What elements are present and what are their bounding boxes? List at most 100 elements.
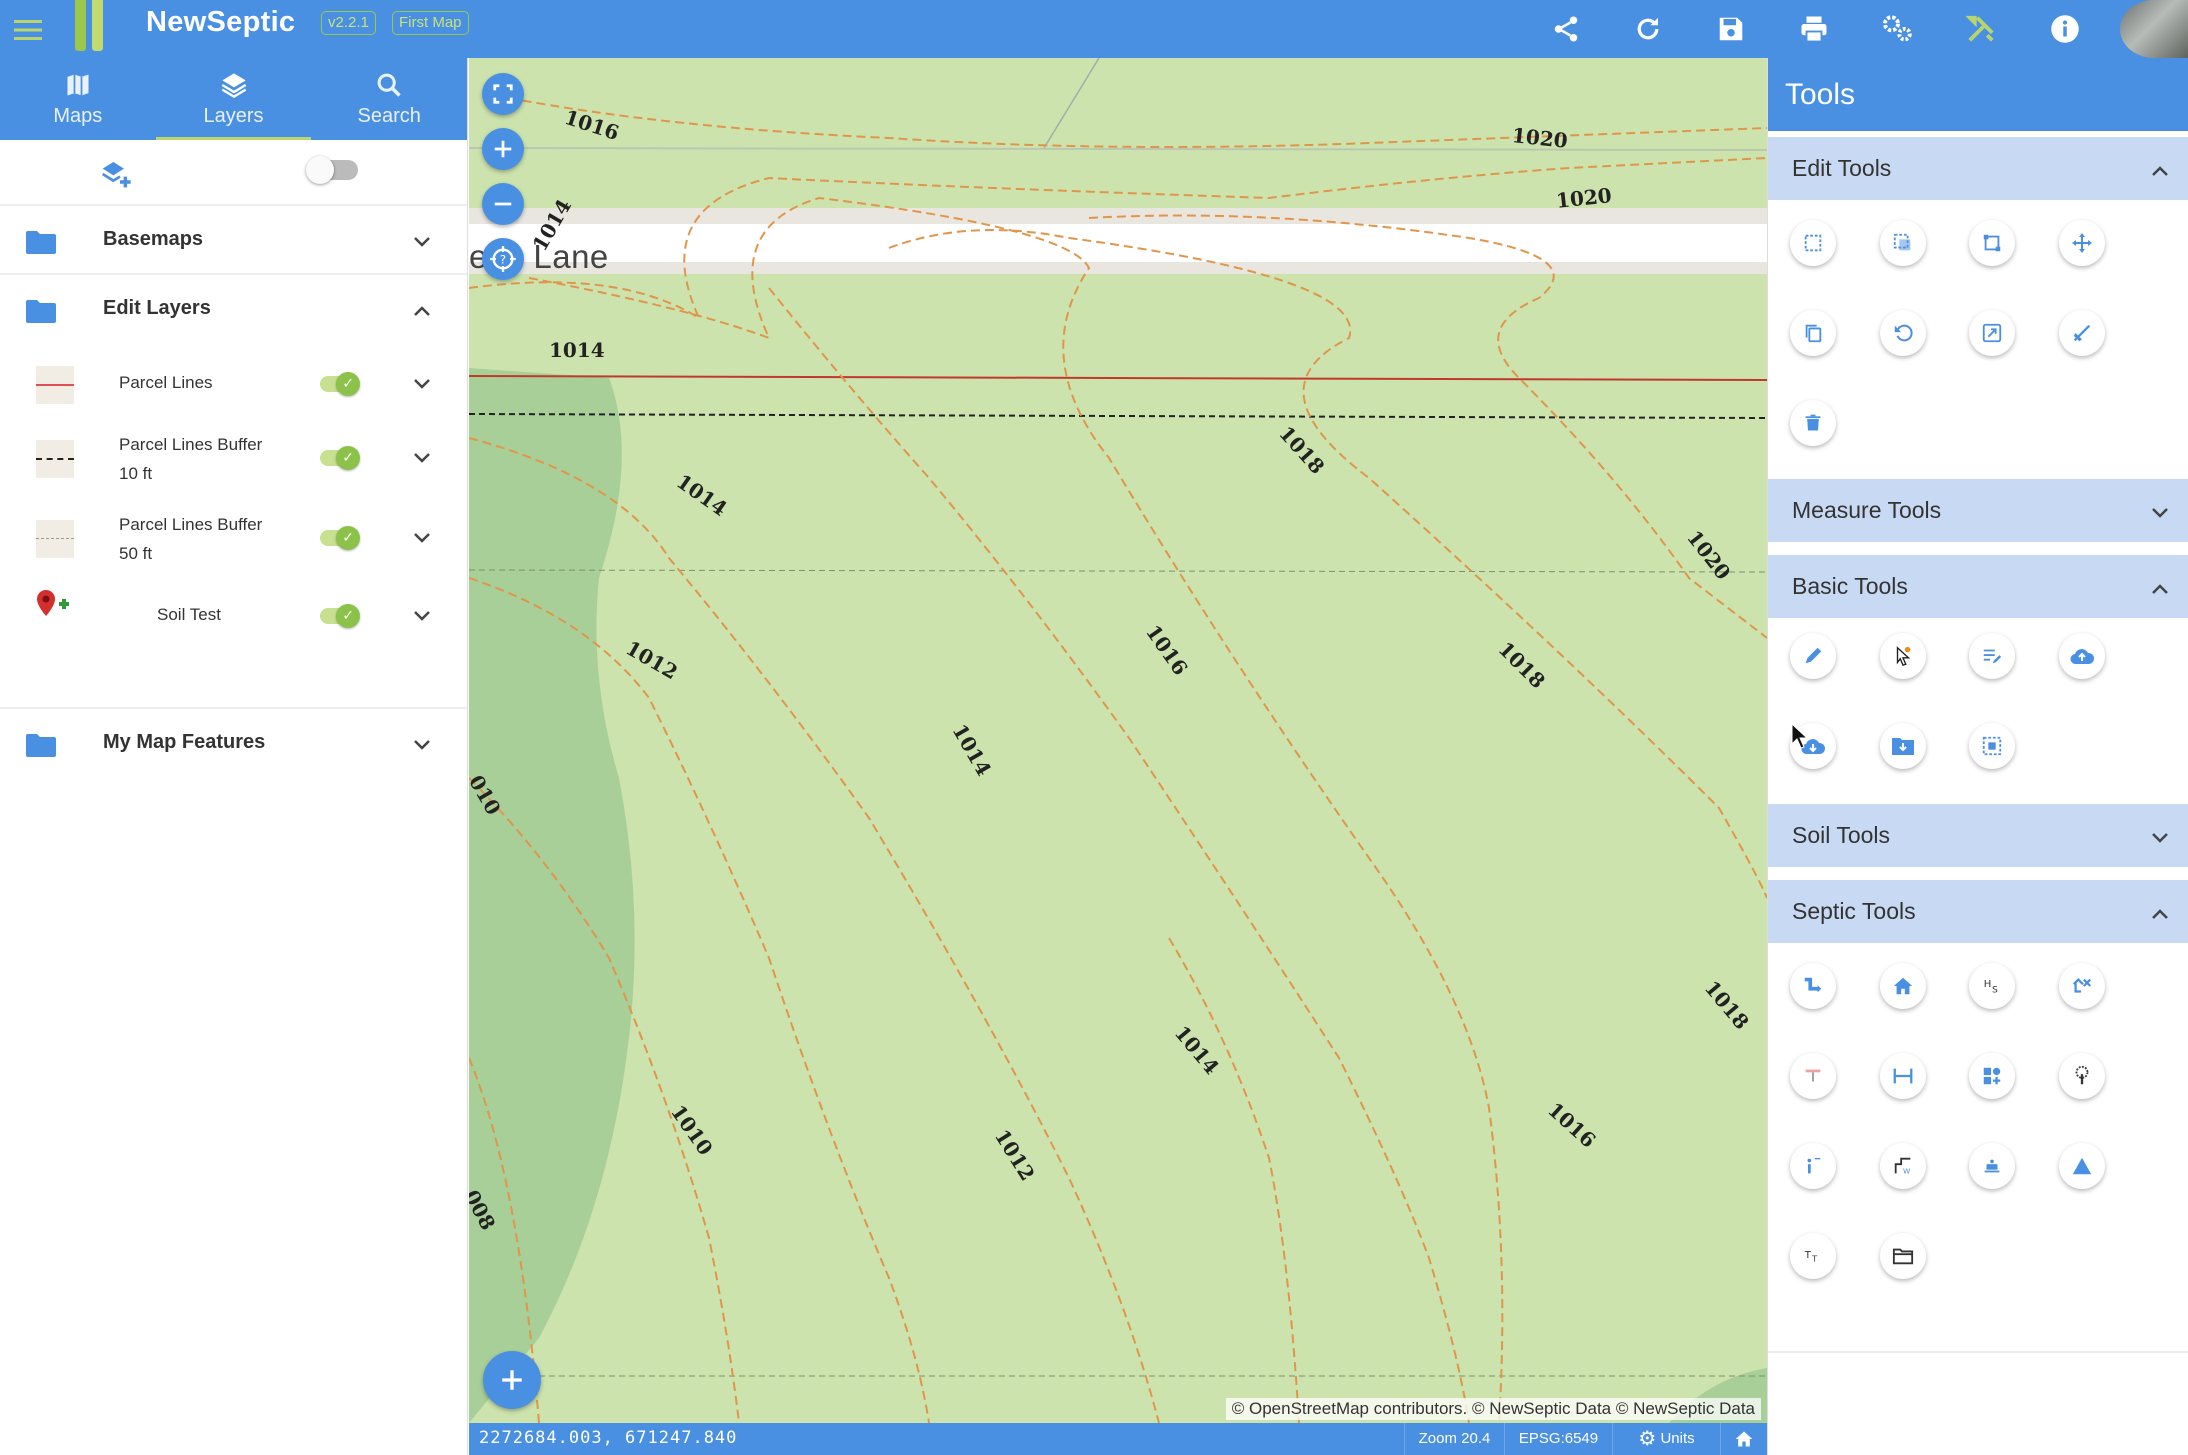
- setback-tool-button[interactable]: HS: [1969, 963, 2015, 1009]
- zoom-in-button[interactable]: [482, 128, 524, 170]
- scale-icon: [1982, 323, 2002, 343]
- tab-search[interactable]: Search: [311, 58, 467, 140]
- select-area-button[interactable]: [1969, 723, 2015, 769]
- chevron-down-icon[interactable]: [410, 733, 434, 757]
- identify-tool-button[interactable]: [1880, 633, 1926, 679]
- refresh-icon[interactable]: [1626, 7, 1670, 51]
- add-layer-icon[interactable]: [100, 158, 132, 190]
- save-icon[interactable]: [1709, 7, 1753, 51]
- copy-tool-button[interactable]: [1790, 310, 1836, 356]
- map-icon: [67, 74, 89, 95]
- section-title: Soil Tools: [1792, 822, 1891, 848]
- house-tool-button[interactable]: [1880, 963, 1926, 1009]
- triangle-tool-button[interactable]: [2059, 1143, 2105, 1189]
- system-tool-button[interactable]: [1969, 1143, 2015, 1189]
- chevron-down-icon[interactable]: [410, 372, 434, 396]
- all-layers-toggle[interactable]: [306, 156, 358, 184]
- move-tool-button[interactable]: [2059, 220, 2105, 266]
- text-tool-button[interactable]: TT: [1790, 1233, 1836, 1279]
- draw-tool-button[interactable]: [1790, 633, 1836, 679]
- section-basic-tools[interactable]: Basic Tools: [1768, 549, 2188, 618]
- chevron-up-icon[interactable]: [2148, 159, 2172, 183]
- menu-icon[interactable]: [8, 10, 48, 50]
- trash-icon: [1805, 414, 1821, 431]
- chevron-down-icon[interactable]: [410, 446, 434, 470]
- map-name-badge[interactable]: First Map: [392, 11, 469, 35]
- section-septic-tools[interactable]: Septic Tools: [1768, 874, 2188, 943]
- tree-icon: [2075, 1065, 2089, 1085]
- tab-search-label: Search: [357, 104, 421, 127]
- units-button[interactable]: ⚙ Units: [1612, 1423, 1720, 1455]
- tab-maps[interactable]: Maps: [0, 58, 156, 140]
- group-my-map-features[interactable]: My Map Features: [0, 709, 467, 778]
- group-edit-layers[interactable]: Edit Layers: [0, 275, 467, 344]
- tank-tool-button[interactable]: [1790, 1053, 1836, 1099]
- contour-label: 1014: [947, 719, 997, 781]
- user-avatar[interactable]: [2120, 0, 2188, 58]
- add-shapes-button[interactable]: [1969, 1053, 2015, 1099]
- multi-select-tool-button[interactable]: [1880, 220, 1926, 266]
- chevron-up-icon[interactable]: [410, 299, 434, 323]
- tab-layers[interactable]: Layers: [155, 58, 312, 140]
- chevron-down-icon[interactable]: [410, 526, 434, 550]
- import-folder-button[interactable]: [1880, 723, 1926, 769]
- home-icon: [1735, 1431, 1753, 1447]
- info-marker-button[interactable]: [1790, 1143, 1836, 1189]
- layer-visibility-toggle[interactable]: ✓: [320, 372, 360, 396]
- chevron-down-icon[interactable]: [410, 604, 434, 628]
- map-canvas[interactable]: 1016 1020 1020 1014 1014 1018 1014 1020 …: [469, 58, 1767, 1423]
- layer-visibility-toggle[interactable]: ✓: [320, 604, 360, 628]
- info-icon[interactable]: [2043, 7, 2087, 51]
- distance-tool-button[interactable]: [1880, 1053, 1926, 1099]
- chevron-down-icon[interactable]: [410, 230, 434, 254]
- layer-item-soil-test[interactable]: Soil Test ✓: [0, 576, 468, 646]
- layer-toolbar: [0, 140, 467, 206]
- fullscreen-button[interactable]: [482, 73, 524, 115]
- edit-layers-list: Parcel Lines ✓ Parcel Lines Buffer 10 ft…: [0, 344, 467, 709]
- home-button[interactable]: [1720, 1423, 1767, 1455]
- well-tool-button[interactable]: [2059, 963, 2105, 1009]
- rotate-tool-button[interactable]: [1880, 310, 1926, 356]
- folder-open-icon: [1892, 1248, 1914, 1265]
- chevron-up-icon[interactable]: [2148, 902, 2172, 926]
- section-measure-tools[interactable]: Measure Tools: [1768, 473, 2188, 542]
- print-icon[interactable]: [1792, 7, 1836, 51]
- group-basemaps[interactable]: Basemaps: [0, 206, 467, 275]
- contour-label: 008: [469, 1185, 501, 1235]
- section-title: Basic Tools: [1792, 573, 1908, 599]
- share-icon[interactable]: [1544, 7, 1588, 51]
- layer-item-parcel-buffer-10[interactable]: Parcel Lines Buffer 10 ft ✓: [0, 412, 468, 494]
- layer-item-parcel-lines[interactable]: Parcel Lines ✓: [0, 344, 468, 412]
- section-edit-tools[interactable]: Edit Tools: [1768, 131, 2188, 200]
- zoom-out-button[interactable]: [482, 183, 524, 225]
- tree-tool-button[interactable]: [2059, 1053, 2105, 1099]
- chevron-down-icon[interactable]: [2148, 501, 2172, 525]
- info-marker-icon: [1807, 1157, 1821, 1174]
- soil-profile-button[interactable]: W: [1880, 1143, 1926, 1189]
- pipe-tool-button[interactable]: [1790, 963, 1836, 1009]
- modify-tool-button[interactable]: [1969, 220, 2015, 266]
- layer-item-parcel-buffer-50[interactable]: Parcel Lines Buffer 50 ft ✓: [0, 494, 468, 576]
- add-feature-button[interactable]: [483, 1351, 541, 1409]
- layers-panel: Maps Layers Search Basemaps Edit Layers …: [0, 58, 468, 1455]
- delete-tool-button[interactable]: [1790, 400, 1836, 446]
- split-tool-button[interactable]: [2059, 310, 2105, 356]
- settings-icon[interactable]: [1876, 7, 1920, 51]
- select-tool-button[interactable]: [1790, 220, 1836, 266]
- locate-icon: ?: [490, 246, 516, 272]
- chevron-down-icon[interactable]: [2148, 826, 2172, 850]
- layer-visibility-toggle[interactable]: ✓: [320, 446, 360, 470]
- folder-tool-button[interactable]: [1880, 1233, 1926, 1279]
- section-soil-tools[interactable]: Soil Tools: [1768, 798, 2188, 867]
- locate-button[interactable]: ?: [482, 238, 524, 280]
- layer-name-line2: 50 ft: [119, 544, 153, 563]
- chevron-up-icon[interactable]: [2148, 577, 2172, 601]
- check-icon: ✓: [342, 529, 354, 545]
- projection-code[interactable]: EPSG:6549: [1504, 1423, 1612, 1455]
- upload-button[interactable]: [2059, 633, 2105, 679]
- cloud-upload-icon: [2070, 649, 2095, 665]
- layer-visibility-toggle[interactable]: ✓: [320, 526, 360, 550]
- edit-attributes-button[interactable]: [1969, 633, 2015, 679]
- tools-icon[interactable]: [1959, 7, 2003, 51]
- scale-tool-button[interactable]: [1969, 310, 2015, 356]
